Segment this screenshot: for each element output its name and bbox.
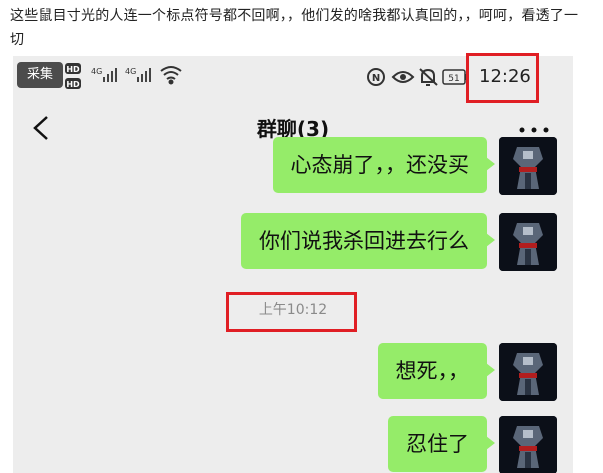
svg-text:N: N xyxy=(372,73,380,84)
battery-icon: 51 xyxy=(442,69,467,85)
message-bubble[interactable]: 忍住了 xyxy=(388,416,495,472)
robot-avatar-icon xyxy=(499,343,557,401)
message-bubble[interactable]: 想死，， xyxy=(377,343,495,399)
avatar[interactable] xyxy=(499,343,557,401)
mute-bell-icon xyxy=(419,68,438,86)
message-bubble[interactable]: 心态崩了，，还没买 xyxy=(272,137,495,193)
svg-text:HD: HD xyxy=(66,80,80,89)
avatar[interactable] xyxy=(499,416,557,473)
message-bubble[interactable]: 你们说我杀回进去行么 xyxy=(241,213,495,269)
svg-text:HD: HD xyxy=(66,65,80,74)
post-caption: 这些鼠目寸光的人连一个标点符号都不回啊，，他们发的啥我都认真回的，，呵呵，看透了… xyxy=(10,8,579,48)
eye-icon xyxy=(391,71,415,83)
svg-text:51: 51 xyxy=(448,74,459,84)
robot-avatar-icon xyxy=(499,416,557,473)
cell-signal-icon-2: 4G xyxy=(125,67,151,82)
system-status-icons: N 51 xyxy=(367,68,467,86)
collect-button[interactable]: 采集 xyxy=(17,62,63,88)
wifi-icon xyxy=(160,66,182,85)
nfc-icon: N xyxy=(367,68,385,86)
back-chevron-icon[interactable] xyxy=(29,114,53,142)
robot-avatar-icon xyxy=(499,213,557,271)
cell-signal-icon-1: 4G xyxy=(91,67,117,82)
chat-screenshot: 采集 HD HD 4G 4G N 51 12:26 群聊(3) 心态崩了，，还没… xyxy=(13,56,573,473)
highlight-box-time xyxy=(466,53,539,103)
hd-badge-icon: HD HD xyxy=(65,63,81,89)
signal-status-icons: HD HD 4G 4G xyxy=(65,63,182,89)
avatar[interactable] xyxy=(499,137,557,195)
svg-text:4G: 4G xyxy=(125,67,136,76)
highlight-box-timestamp xyxy=(226,292,357,332)
svg-text:4G: 4G xyxy=(91,67,102,76)
more-dots-icon[interactable] xyxy=(519,127,549,133)
robot-avatar-icon xyxy=(499,137,557,195)
avatar[interactable] xyxy=(499,213,557,271)
